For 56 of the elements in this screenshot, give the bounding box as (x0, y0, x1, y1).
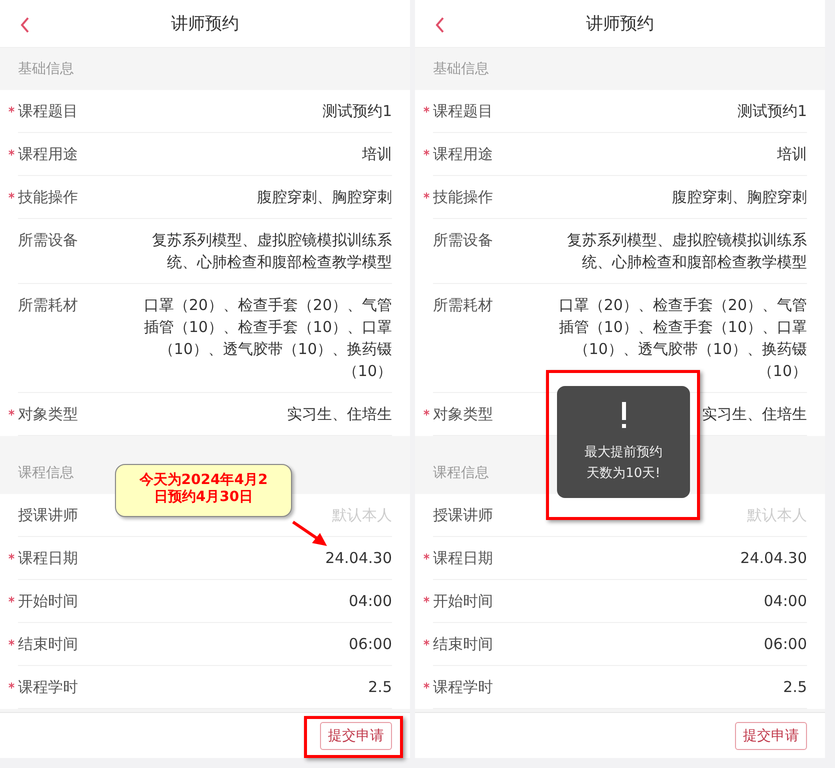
field-label: 课程用途 (18, 144, 78, 165)
field-value: 24.04.30 (325, 548, 392, 569)
field-label: 技能操作 (18, 187, 78, 208)
field-value: 复苏系列模型、虚拟腔镜模拟训练系统、心肺检查和腹部检查教学模型 (566, 230, 807, 273)
field-value: 口罩（20）、检查手套（20）、气管插管（10）、检查手套（10）、口罩（10）、透气胶带（10）、换药镊（10） (142, 295, 392, 382)
field-label: 对象类型 (18, 404, 78, 425)
field-label: 开始时间 (18, 591, 78, 612)
field-value: 06:00 (764, 634, 807, 655)
field-value: 06:00 (348, 634, 392, 655)
field-label: 结束时间 (18, 634, 78, 655)
field-value: 测试预约1 (737, 101, 807, 122)
field-value: 04:00 (764, 591, 807, 612)
section-heading: 基础信息 (433, 61, 489, 77)
field-value: 腹腔穿刺、胸腔穿刺 (672, 187, 807, 208)
field-value: 2.5 (368, 677, 392, 698)
field-label: 课程日期 (433, 548, 493, 569)
field-value: 复苏系列模型、虚拟腔镜模拟训练系统、心肺检查和腹部检查教学模型 (151, 230, 392, 273)
submit-button[interactable]: 提交申请 (735, 722, 807, 750)
field-value: 培训 (362, 144, 392, 165)
field-value: 口罩（20）、检查手套（20）、气管插管（10）、检查手套（10）、口罩（10）、透气胶带（10）、换药镊（10） (558, 295, 807, 382)
field-value: 2.5 (783, 677, 807, 698)
field-value: 实习生、住培生 (702, 404, 807, 425)
field-label: 课程题目 (18, 101, 78, 122)
field-label: 所需耗材 (18, 295, 78, 316)
field-label: 开始时间 (433, 591, 493, 612)
field-value: 04:00 (348, 591, 392, 612)
field-value: 实习生、住培生 (287, 404, 392, 425)
field-label: 所需设备 (18, 230, 78, 251)
field-value: 24.04.30 (740, 548, 807, 569)
submit-button[interactable]: 提交申请 (320, 722, 392, 750)
field-label: 课程用途 (433, 144, 493, 165)
field-label: 对象类型 (433, 404, 493, 425)
field-label: 课程学时 (433, 677, 493, 698)
toast-message: 最大提前预约天数为10天! (583, 444, 664, 483)
back-icon[interactable] (435, 17, 445, 33)
field-label: 课程题目 (433, 101, 493, 122)
pointer-arrow (292, 520, 327, 546)
field-label: 授课讲师 (433, 505, 493, 526)
section-heading: 课程信息 (18, 465, 74, 481)
field-label: 结束时间 (433, 634, 493, 655)
back-icon[interactable] (20, 17, 30, 33)
field-value: 测试预约1 (322, 101, 392, 122)
field-label: 课程日期 (18, 548, 78, 569)
field-label: 所需耗材 (433, 295, 493, 316)
field-value: 腹腔穿刺、胸腔穿刺 (257, 187, 392, 208)
exclamation-icon (620, 402, 626, 428)
field-label: 授课讲师 (18, 505, 78, 526)
field-value: 培训 (777, 144, 807, 165)
page-title: 讲师预约 (586, 13, 654, 35)
field-label: 课程学时 (18, 677, 78, 698)
callout-note: 今天为2024年4月2日预约4月30日 (115, 464, 292, 517)
field-label: 所需设备 (433, 230, 493, 251)
field-label: 技能操作 (433, 187, 493, 208)
section-heading: 基础信息 (18, 61, 74, 77)
page-title: 讲师预约 (171, 13, 239, 35)
section-heading: 课程信息 (433, 465, 489, 481)
